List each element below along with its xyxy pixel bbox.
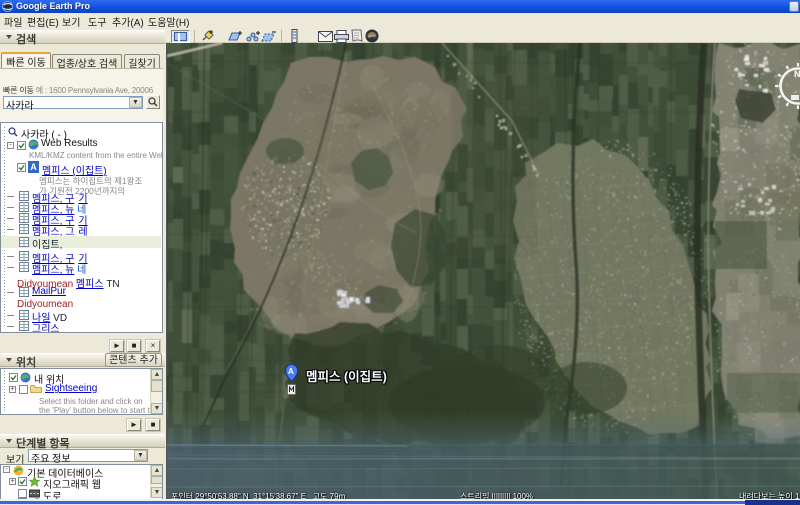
svg-text:N: N	[794, 69, 800, 79]
svg-text:A: A	[288, 367, 294, 376]
